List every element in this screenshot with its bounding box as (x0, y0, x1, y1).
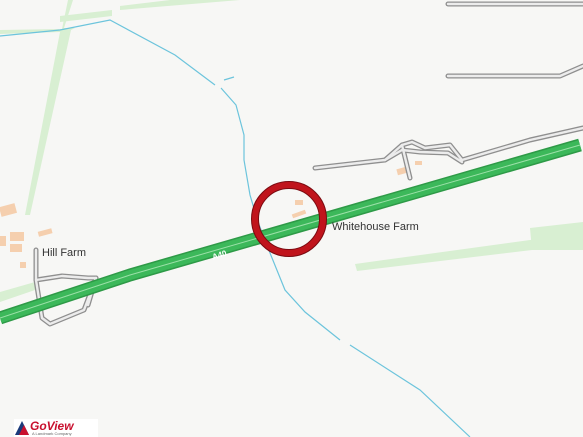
building (0, 203, 18, 217)
map-view[interactable]: A40 Hill Farm Whitehouse Farm GoView A L… (0, 0, 583, 437)
place-label-whitehouse-farm: Whitehouse Farm (332, 221, 419, 233)
stream (349, 344, 471, 437)
major-road-fill (0, 140, 582, 323)
building (10, 244, 22, 252)
map-canvas: A40 (0, 0, 583, 437)
building (37, 228, 53, 237)
major-road: A40 (0, 138, 582, 325)
building (10, 232, 24, 241)
building (415, 161, 422, 165)
logo-tagline: A Landmark Company (32, 431, 72, 436)
goview-logo-icon (15, 421, 29, 435)
stream (223, 76, 235, 81)
vegetation-patch (120, 0, 240, 10)
place-label-hill-farm: Hill Farm (42, 247, 86, 259)
goview-logo: GoView A Landmark Company (14, 419, 98, 437)
vegetation-patch (0, 282, 35, 302)
building (20, 262, 26, 268)
building (291, 209, 307, 219)
vegetation-patch (530, 222, 583, 250)
building (295, 200, 303, 205)
building (0, 236, 6, 246)
stream (180, 56, 225, 60)
